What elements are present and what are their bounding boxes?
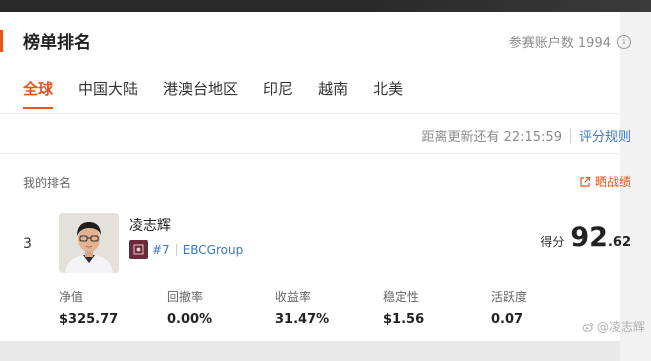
avatar-portrait-icon: [59, 213, 119, 273]
metric-label: 回撤率: [167, 290, 204, 304]
metric-value: 0.00%: [167, 312, 213, 327]
metric-label: 稳定性: [383, 290, 420, 304]
tab-global[interactable]: 全球: [23, 78, 54, 109]
share-results-label: 晒战绩: [594, 175, 631, 189]
badge-separator: [175, 243, 177, 256]
bottom-bar: [0, 341, 620, 361]
metric-label: 净值: [59, 290, 84, 304]
region-tabs: 全球 中国大陆 港澳台地区 印尼 越南 北美: [23, 78, 428, 109]
score-integer: 92: [570, 222, 608, 253]
avatar[interactable]: [59, 213, 119, 273]
title-accent-bar: [0, 30, 3, 52]
watermark-text: @凌志辉: [596, 320, 645, 334]
weibo-icon: [582, 322, 594, 332]
update-separator: [569, 128, 571, 143]
user-id[interactable]: #7: [152, 243, 170, 257]
metric-stability: 稳定性 $1.56: [383, 288, 491, 327]
score: 得分 92 .62: [540, 222, 631, 253]
metric-value: $1.56: [383, 312, 425, 327]
info-circle-icon[interactable]: i: [617, 34, 631, 49]
my-rank-label: 我的排名: [23, 176, 72, 190]
tab-indonesia[interactable]: 印尼: [263, 78, 293, 109]
participants-count: 参赛账户数 1994 i: [509, 32, 631, 51]
group-flag-icon: [129, 240, 148, 259]
metric-value: $325.77: [59, 312, 119, 327]
page-title: 榜单排名: [23, 33, 91, 53]
score-label: 得分: [540, 235, 565, 249]
tab-vietnam[interactable]: 越南: [318, 78, 348, 109]
scoring-rules-link[interactable]: 评分规则: [579, 126, 631, 145]
top-edge-fade: [371, 0, 651, 12]
metric-return: 收益率 31.47%: [275, 288, 383, 327]
top-edge-strip: [0, 0, 651, 12]
score-decimal: .62: [607, 235, 631, 250]
tab-mainland-china[interactable]: 中国大陆: [78, 78, 138, 109]
user-name: 凌志辉: [129, 218, 171, 234]
group-name[interactable]: EBCGroup: [183, 243, 244, 257]
metric-label: 收益率: [275, 290, 312, 304]
section-divider: [0, 153, 620, 154]
update-row: 距离更新还有 22:15:59 评分规则: [421, 126, 631, 145]
share-external-icon: [580, 176, 591, 187]
tabs-divider: [0, 113, 620, 114]
metric-label: 活跃度: [491, 290, 528, 304]
metric-net-value: 净值 $325.77: [59, 288, 167, 327]
participants-label: 参赛账户数 1994: [508, 36, 611, 51]
rank-number: 3: [23, 236, 32, 252]
tab-hk-macau-taiwan[interactable]: 港澳台地区: [163, 78, 238, 109]
update-countdown: 距离更新还有 22:15:59: [421, 130, 562, 145]
tab-north-america[interactable]: 北美: [373, 78, 403, 109]
user-badges: #7 EBCGroup: [129, 240, 243, 259]
metric-drawdown: 回撤率 0.00%: [167, 288, 275, 327]
watermark: @凌志辉: [582, 318, 645, 335]
metric-value: 31.47%: [275, 312, 330, 327]
metrics-row: 净值 $325.77 回撤率 0.00% 收益率 31.47% 稳定性 $1.5…: [59, 288, 599, 327]
share-results-button[interactable]: 晒战绩: [579, 173, 631, 190]
